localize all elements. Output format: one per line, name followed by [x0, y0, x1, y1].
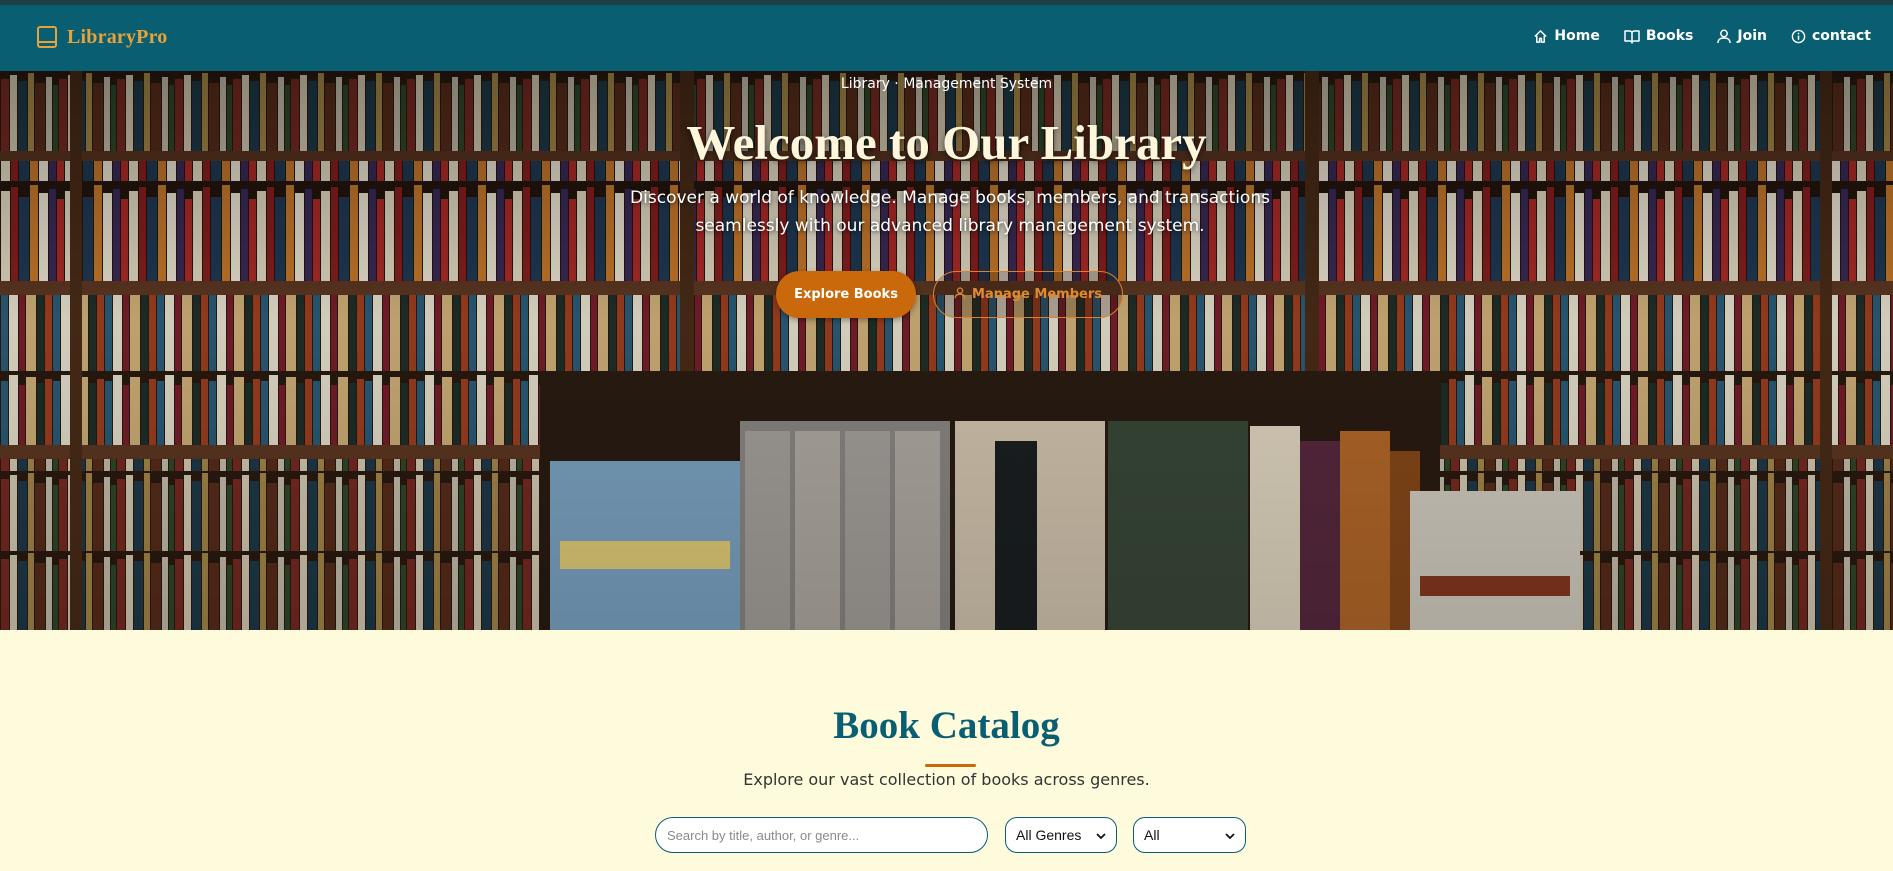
nav-books[interactable]: Books — [1624, 28, 1694, 44]
title-underline — [925, 764, 976, 767]
nav-contact[interactable]: contact — [1791, 28, 1871, 44]
manage-members-button[interactable]: Manage Members — [933, 271, 1123, 318]
chevron-down-icon — [1225, 827, 1235, 843]
explore-books-button[interactable]: Explore Books — [776, 271, 916, 318]
nav-books-label: Books — [1645, 28, 1694, 44]
nav-contact-label: contact — [1811, 28, 1871, 44]
search-input[interactable] — [655, 817, 988, 853]
manage-members-label: Manage Members — [972, 287, 1102, 302]
catalog-title: Book Catalog — [833, 704, 1060, 747]
chevron-down-icon — [1096, 827, 1106, 843]
book-icon — [36, 25, 58, 49]
hero-subtitle: Discover a world of knowledge. Manage bo… — [630, 188, 1270, 236]
book-catalog-section: Book Catalog Explore our vast collection… — [0, 630, 1893, 871]
availability-select[interactable]: All — [1133, 817, 1246, 853]
hero-tagline: Library · Management System — [840, 76, 1053, 92]
navbar: LibraryPro Home Books Join contact — [0, 5, 1893, 71]
nav-home-label: Home — [1554, 28, 1600, 44]
main-nav: Home Books Join contact — [1533, 28, 1871, 44]
user-icon — [954, 286, 966, 303]
brand[interactable]: LibraryPro — [36, 25, 168, 49]
genre-select-value: All Genres — [1016, 827, 1082, 843]
hero-content: Library · Management System Welcome to O… — [0, 71, 1893, 630]
info-icon — [1791, 29, 1806, 44]
book-open-icon — [1624, 29, 1640, 44]
home-icon — [1533, 29, 1548, 44]
brand-name: LibraryPro — [67, 25, 168, 48]
hero-title: Welcome to Our Library — [686, 115, 1207, 170]
genre-select[interactable]: All Genres — [1005, 817, 1117, 853]
user-icon — [1717, 29, 1732, 44]
hero: Library · Management System Welcome to O… — [0, 71, 1893, 630]
nav-join[interactable]: Join — [1717, 28, 1767, 44]
catalog-subtitle: Explore our vast collection of books acr… — [743, 770, 1150, 789]
nav-join-label: Join — [1737, 28, 1767, 44]
nav-home[interactable]: Home — [1533, 28, 1600, 44]
availability-select-value: All — [1144, 827, 1160, 843]
